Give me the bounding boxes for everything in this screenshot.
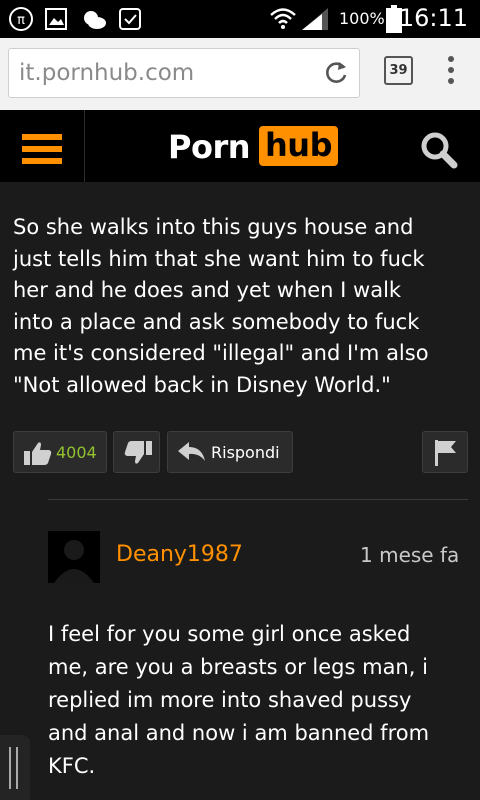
reply-line: KFC. [48,754,96,778]
default-avatar-icon [48,531,100,583]
comment-body: So she walks into this guys house and ju… [13,212,463,401]
thumbs-down-icon [124,441,152,464]
comment-line: just tells him that she want him to fuck [13,246,425,271]
divider [48,499,468,500]
report-flag-button[interactable] [422,431,468,473]
comment-username[interactable]: Deany1987 [116,542,243,567]
thumbs-down-button[interactable] [113,431,160,473]
comment-line: "Not allowed back in Disney World." [13,372,391,397]
tab-switcher-button[interactable]: 39 [384,56,413,85]
weather-icon [84,11,106,29]
like-count: 4004 [56,443,97,462]
url-text[interactable]: it.pornhub.com [19,60,194,86]
reply-label: Rispondi [211,443,280,462]
flag-icon [435,440,456,466]
hamburger-menu-icon[interactable] [0,110,85,182]
search-icon[interactable] [418,130,460,172]
gallery-icon [45,8,67,30]
side-drawer-handle[interactable] [0,735,30,800]
reply-line: and anal and now i am banned from [48,721,430,745]
pi-app-icon: π [9,7,33,31]
download-done-icon [119,8,141,30]
svg-text:π: π [17,13,25,28]
status-bar: π 100% 16:11 [0,0,480,38]
avatar[interactable] [48,531,100,583]
comment-line: So she walks into this guys house and [13,215,414,239]
logo-text-part2: hub [259,126,338,166]
overflow-menu-icon[interactable] [448,56,454,89]
site-header: Porn hub [0,110,480,182]
thumbs-up-button[interactable]: 4004 [13,431,107,473]
comment-timestamp: 1 mese fa [360,543,460,567]
comment-line: me it's considered "illegal" and I'm als… [13,341,429,365]
signal-icon [302,8,328,30]
url-field[interactable]: it.pornhub.com [8,48,360,98]
reply-body: I feel for you some girl once asked me, … [48,618,468,783]
browser-toolbar: it.pornhub.com 39 [0,38,480,110]
thumbs-up-icon [24,442,52,465]
logo-text-part1: Porn [168,128,251,166]
wifi-icon [270,8,296,29]
reply-line: me, are you a breasts or legs man, i [48,655,428,679]
comment-line: her and he does and yet when I walk [13,278,402,302]
reply-arrow-icon [178,442,205,461]
reply-button[interactable]: Rispondi [167,431,293,473]
clock: 16:11 [398,4,468,32]
reload-icon[interactable] [323,60,349,86]
battery-percent: 100% [339,9,385,28]
comment-line: into a place and ask somebody to fuck [13,309,420,334]
reply-line: I feel for you some girl once asked [48,622,411,646]
reply-line: replied im more into shaved pussy [48,688,412,712]
